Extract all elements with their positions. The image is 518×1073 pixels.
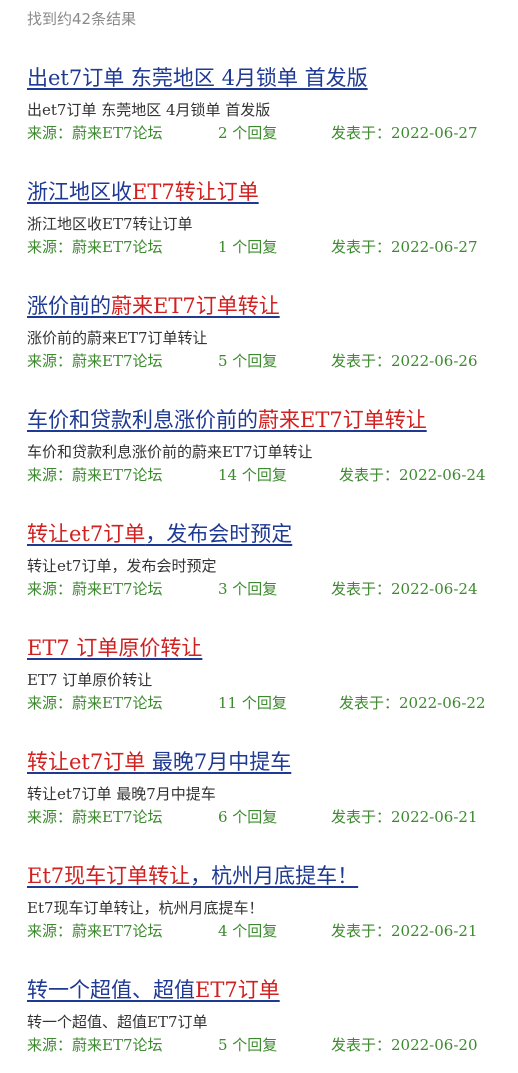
title-highlight[interactable]: 转让et7订单 [27, 750, 145, 774]
result-date: 发表于：2022-06-24 [331, 580, 478, 598]
search-result-item: 转一个超值、超值ET7订单 转一个超值、超值ET7订单 来源：蔚来ET7论坛 5 个回… [27, 976, 507, 1055]
result-reply-count: 4 个回复 [218, 922, 278, 940]
result-date: 发表于：2022-06-22 [339, 694, 486, 712]
result-title-link[interactable]: 转一个超值、超值ET7订单 [27, 976, 280, 1004]
result-source: 来源：蔚来ET7论坛 [27, 694, 163, 712]
result-date: 发表于：2022-06-21 [331, 808, 478, 826]
result-reply-count: 5 个回复 [218, 352, 278, 370]
result-snippet: 浙江地区收ET7转让订单 [27, 215, 193, 233]
title-text[interactable]: 车价和贷款利息涨价前的 [27, 408, 258, 432]
result-source: 来源：蔚来ET7论坛 [27, 922, 163, 940]
result-title-link[interactable]: 车价和贷款利息涨价前的蔚来ET7订单转让 [27, 406, 427, 434]
title-text[interactable]: 出et7订单 东莞地区 4月锁单 首发版 [27, 66, 368, 90]
title-text[interactable]: 浙江地区收 [27, 180, 132, 204]
search-result-item: 出et7订单 东莞地区 4月锁单 首发版 出et7订单 东莞地区 4月锁单 首发版… [27, 64, 507, 143]
search-result-item: 转让et7订单 最晚7月中提车 转让et7订单 最晚7月中提车 来源：蔚来ET7论坛… [27, 748, 507, 827]
title-text[interactable]: ，杭州月底提车！ [190, 864, 358, 888]
result-source: 来源：蔚来ET7论坛 [27, 238, 163, 256]
result-snippet: ET7 订单原价转让 [27, 671, 153, 689]
search-result-item: Et7现车订单转让，杭州月底提车！ Et7现车订单转让，杭州月底提车！ 来源：蔚来E… [27, 862, 507, 941]
result-snippet: 转让et7订单 最晚7月中提车 [27, 785, 216, 803]
result-snippet: 涨价前的蔚来ET7订单转让 [27, 329, 208, 347]
search-results-page: 找到约42条结果 出et7订单 东莞地区 4月锁单 首发版 出et7订单 东莞地区… [0, 0, 518, 1073]
title-text[interactable]: 转一个超值、超值 [27, 978, 195, 1002]
title-highlight[interactable]: ET7转让订单 [132, 180, 259, 204]
result-snippet: 转让et7订单，发布会时预定 [27, 557, 217, 575]
search-result-item: 涨价前的蔚来ET7订单转让 涨价前的蔚来ET7订单转让 来源：蔚来ET7论坛 5 个回… [27, 292, 507, 371]
title-highlight[interactable]: Et7现车订单转让 [27, 864, 190, 888]
result-meta: 来源：蔚来ET7论坛 5 个回复 发表于：2022-06-26 [27, 351, 507, 371]
result-source: 来源：蔚来ET7论坛 [27, 124, 163, 142]
result-meta: 来源：蔚来ET7论坛 6 个回复 发表于：2022-06-21 [27, 807, 507, 827]
title-highlight[interactable]: 转让et7订单 [27, 522, 145, 546]
result-date: 发表于：2022-06-26 [331, 352, 478, 370]
result-title-link[interactable]: ET7 订单原价转让 [27, 634, 202, 662]
result-title-link[interactable]: 转让et7订单，发布会时预定 [27, 520, 292, 548]
result-reply-count: 14 个回复 [218, 466, 287, 484]
result-meta: 来源：蔚来ET7论坛 14 个回复 发表于：2022-06-24 [27, 465, 507, 485]
title-text[interactable]: ，发布会时预定 [145, 522, 292, 546]
search-result-item: 车价和贷款利息涨价前的蔚来ET7订单转让 车价和贷款利息涨价前的蔚来ET7订单转让… [27, 406, 507, 485]
result-source: 来源：蔚来ET7论坛 [27, 352, 163, 370]
search-result-item: 转让et7订单，发布会时预定 转让et7订单，发布会时预定 来源：蔚来ET7论坛 3 … [27, 520, 507, 599]
result-title-link[interactable]: 出et7订单 东莞地区 4月锁单 首发版 [27, 64, 368, 92]
result-source: 来源：蔚来ET7论坛 [27, 466, 163, 484]
title-highlight[interactable]: ET7订单 [195, 978, 280, 1002]
title-text[interactable]: 最晚7月中提车 [145, 750, 291, 774]
result-snippet: 车价和贷款利息涨价前的蔚来ET7订单转让 [27, 443, 313, 461]
result-reply-count: 5 个回复 [218, 1036, 278, 1054]
result-source: 来源：蔚来ET7论坛 [27, 580, 163, 598]
result-meta: 来源：蔚来ET7论坛 2 个回复 发表于：2022-06-27 [27, 123, 507, 143]
result-date: 发表于：2022-06-20 [331, 1036, 478, 1054]
result-reply-count: 6 个回复 [218, 808, 278, 826]
result-date: 发表于：2022-06-27 [331, 238, 478, 256]
result-date: 发表于：2022-06-21 [331, 922, 478, 940]
result-reply-count: 3 个回复 [218, 580, 278, 598]
result-meta: 来源：蔚来ET7论坛 3 个回复 发表于：2022-06-24 [27, 579, 507, 599]
result-title-link[interactable]: 浙江地区收ET7转让订单 [27, 178, 259, 206]
result-snippet: 转一个超值、超值ET7订单 [27, 1013, 208, 1031]
result-meta: 来源：蔚来ET7论坛 11 个回复 发表于：2022-06-22 [27, 693, 507, 713]
result-meta: 来源：蔚来ET7论坛 4 个回复 发表于：2022-06-21 [27, 921, 507, 941]
search-result-item: 浙江地区收ET7转让订单 浙江地区收ET7转让订单 来源：蔚来ET7论坛 1 个回复发… [27, 178, 507, 257]
result-snippet: Et7现车订单转让，杭州月底提车！ [27, 899, 264, 917]
title-highlight[interactable]: 蔚来ET7订单转让 [258, 408, 427, 432]
result-title-link[interactable]: Et7现车订单转让，杭州月底提车！ [27, 862, 358, 890]
result-title-link[interactable]: 涨价前的蔚来ET7订单转让 [27, 292, 280, 320]
title-highlight[interactable]: 蔚来ET7订单转让 [111, 294, 280, 318]
title-text[interactable]: 涨价前的 [27, 294, 111, 318]
result-reply-count: 11 个回复 [218, 694, 287, 712]
result-reply-count: 1 个回复 [218, 238, 278, 256]
result-date: 发表于：2022-06-27 [331, 124, 478, 142]
result-meta: 来源：蔚来ET7论坛 1 个回复 发表于：2022-06-27 [27, 237, 507, 257]
result-source: 来源：蔚来ET7论坛 [27, 808, 163, 826]
result-meta: 来源：蔚来ET7论坛 5 个回复 发表于：2022-06-20 [27, 1035, 507, 1055]
result-reply-count: 2 个回复 [218, 124, 278, 142]
result-title-link[interactable]: 转让et7订单 最晚7月中提车 [27, 748, 291, 776]
search-result-item: ET7 订单原价转让 ET7 订单原价转让 来源：蔚来ET7论坛 11 个回复 发表于：… [27, 634, 507, 713]
result-count: 找到约42条结果 [27, 10, 137, 28]
title-highlight[interactable]: ET7 订单原价转让 [27, 636, 202, 660]
result-date: 发表于：2022-06-24 [339, 466, 486, 484]
result-source: 来源：蔚来ET7论坛 [27, 1036, 163, 1054]
result-snippet: 出et7订单 东莞地区 4月锁单 首发版 [27, 101, 271, 119]
